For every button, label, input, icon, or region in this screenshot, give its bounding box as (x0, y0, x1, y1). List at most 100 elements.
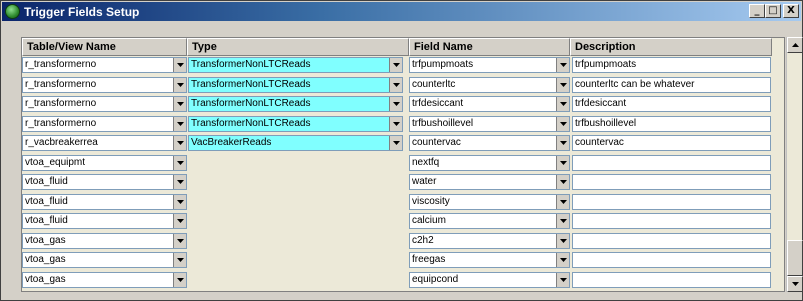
field-name-select-text: viscosity (412, 196, 450, 207)
chevron-down-icon[interactable] (556, 78, 569, 92)
table-view-select[interactable]: vtoa_equipmt (22, 155, 187, 171)
chevron-down-icon[interactable] (556, 117, 569, 131)
chevron-down-icon[interactable] (173, 214, 186, 228)
chevron-down-icon[interactable] (389, 136, 402, 150)
table-view-select-text: vtoa_fluid (25, 176, 68, 187)
field-name-select[interactable]: calcium (409, 213, 570, 229)
description-input[interactable] (572, 233, 771, 249)
table-view-select-text: r_vacbreakerrea (25, 137, 98, 148)
field-name-select[interactable]: viscosity (409, 194, 570, 210)
field-name-select-text: freegas (412, 254, 446, 265)
chevron-down-icon[interactable] (173, 253, 186, 267)
table-view-select[interactable]: vtoa_gas (22, 252, 187, 268)
description-input-text: counterltc can be whatever (575, 79, 695, 90)
type-select[interactable]: TransformerNonLTCReads (188, 77, 403, 93)
table-view-select[interactable]: vtoa_gas (22, 272, 187, 288)
minimize-button[interactable]: _ (749, 4, 765, 18)
title-bar[interactable]: Trigger Fields Setup _ □ X (2, 2, 801, 21)
description-input[interactable]: countervac (572, 135, 771, 151)
chevron-down-icon[interactable] (556, 156, 569, 170)
table-view-select-text: vtoa_fluid (25, 215, 68, 226)
maximize-button[interactable]: □ (765, 4, 781, 18)
table-view-select[interactable]: r_transformerno (22, 96, 187, 112)
type-select-text: VacBreakerReads (191, 137, 272, 148)
description-input-text: trfdesiccant (575, 98, 627, 109)
type-select-text: TransformerNonLTCReads (191, 79, 311, 90)
description-input[interactable]: trfpumpmoats (572, 57, 771, 73)
table-view-select[interactable]: r_transformerno (22, 57, 187, 73)
scroll-thumb[interactable] (787, 240, 803, 276)
type-select[interactable]: TransformerNonLTCReads (188, 96, 403, 112)
chevron-down-icon[interactable] (389, 97, 402, 111)
field-name-select[interactable]: c2h2 (409, 233, 570, 249)
field-name-select-text: counterltc (412, 79, 456, 90)
description-input[interactable] (572, 155, 771, 171)
scroll-up-arrow-icon[interactable] (787, 37, 803, 53)
chevron-down-icon[interactable] (173, 234, 186, 248)
table-view-select[interactable]: vtoa_gas (22, 233, 187, 249)
chevron-down-icon[interactable] (173, 97, 186, 111)
chevron-down-icon[interactable] (173, 58, 186, 72)
close-button[interactable]: X (783, 4, 799, 18)
field-name-select[interactable]: equipcond (409, 272, 570, 288)
field-name-select[interactable]: trfbushoillevel (409, 116, 570, 132)
chevron-down-icon[interactable] (389, 117, 402, 131)
table-view-select[interactable]: vtoa_fluid (22, 213, 187, 229)
field-name-select[interactable]: nextfq (409, 155, 570, 171)
field-name-select-text: c2h2 (412, 235, 434, 246)
description-input[interactable] (572, 174, 771, 190)
table-view-select[interactable]: vtoa_fluid (22, 194, 187, 210)
description-input[interactable]: counterltc can be whatever (572, 77, 771, 93)
description-input[interactable] (572, 213, 771, 229)
table-view-select-text: vtoa_fluid (25, 196, 68, 207)
field-name-select[interactable]: counterltc (409, 77, 570, 93)
chevron-down-icon[interactable] (173, 78, 186, 92)
table-view-select[interactable]: vtoa_fluid (22, 174, 187, 190)
field-name-select-text: nextfq (412, 157, 440, 168)
type-select[interactable]: VacBreakerReads (188, 135, 403, 151)
chevron-down-icon[interactable] (173, 136, 186, 150)
chevron-down-icon[interactable] (556, 234, 569, 248)
chevron-down-icon[interactable] (556, 136, 569, 150)
type-select[interactable]: TransformerNonLTCReads (188, 57, 403, 73)
trigger-fields-window: Trigger Fields Setup _ □ X Table/View Na… (0, 0, 803, 301)
type-select[interactable]: TransformerNonLTCReads (188, 116, 403, 132)
chevron-down-icon[interactable] (556, 214, 569, 228)
field-name-select[interactable]: trfdesiccant (409, 96, 570, 112)
type-select-text: TransformerNonLTCReads (191, 98, 311, 109)
chevron-down-icon[interactable] (173, 117, 186, 131)
field-name-select-text: trfdesiccant (412, 98, 464, 109)
vertical-scrollbar[interactable] (786, 37, 803, 292)
field-name-select[interactable]: freegas (409, 252, 570, 268)
table-view-select[interactable]: r_transformerno (22, 77, 187, 93)
description-input[interactable]: trfdesiccant (572, 96, 771, 112)
description-input[interactable] (572, 252, 771, 268)
table-view-select-text: r_transformerno (25, 98, 97, 109)
field-name-select[interactable]: water (409, 174, 570, 190)
chevron-down-icon[interactable] (556, 97, 569, 111)
table-view-select-text: vtoa_gas (25, 235, 66, 246)
chevron-down-icon[interactable] (556, 195, 569, 209)
table-view-select[interactable]: r_vacbreakerrea (22, 135, 187, 151)
scroll-down-arrow-icon[interactable] (787, 276, 803, 292)
chevron-down-icon[interactable] (173, 195, 186, 209)
chevron-down-icon[interactable] (556, 273, 569, 287)
chevron-down-icon[interactable] (173, 156, 186, 170)
table-view-select[interactable]: r_transformerno (22, 116, 187, 132)
description-input[interactable]: trfbushoillevel (572, 116, 771, 132)
description-input[interactable] (572, 194, 771, 210)
chevron-down-icon[interactable] (389, 58, 402, 72)
description-input-text: countervac (575, 137, 624, 148)
field-name-select[interactable]: trfpumpmoats (409, 57, 570, 73)
chevron-down-icon[interactable] (173, 273, 186, 287)
chevron-down-icon[interactable] (173, 175, 186, 189)
chevron-down-icon[interactable] (556, 175, 569, 189)
field-name-select[interactable]: countervac (409, 135, 570, 151)
table-view-select-text: vtoa_gas (25, 254, 66, 265)
description-input[interactable] (572, 272, 771, 288)
column-header-type: Type (187, 38, 409, 56)
table-view-select-text: vtoa_equipmt (25, 157, 86, 168)
chevron-down-icon[interactable] (556, 58, 569, 72)
chevron-down-icon[interactable] (556, 253, 569, 267)
chevron-down-icon[interactable] (389, 78, 402, 92)
